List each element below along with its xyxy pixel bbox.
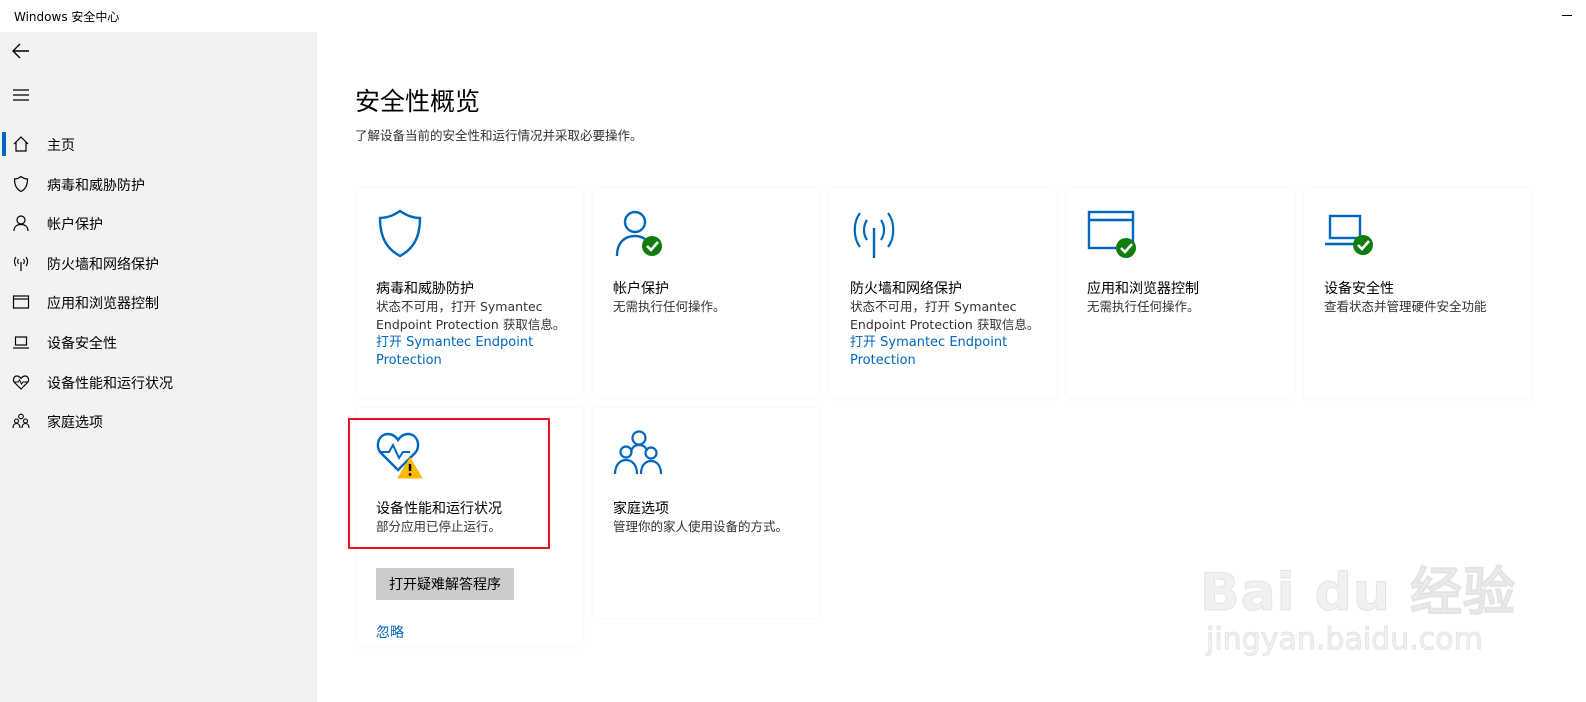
- card-virus-protection[interactable]: 病毒和威胁防护 状态不可用，打开 Symantec Endpoint Prote…: [356, 188, 583, 398]
- home-icon: [13, 136, 29, 152]
- sidebar: 主页 病毒和威胁防护 帐户保护 防火墙和网络保护 应用和浏览器控制 设备安全性 …: [0, 32, 317, 702]
- person-icon: [13, 215, 29, 232]
- active-indicator: [2, 132, 6, 156]
- card-device-security[interactable]: 设备安全性 查看状态并管理硬件安全功能: [1304, 188, 1531, 398]
- window-title: Windows 安全中心: [14, 10, 120, 24]
- card-title: 帐户保护: [613, 281, 669, 297]
- person-check-icon: [615, 210, 662, 257]
- laptop-check-icon: [1325, 214, 1373, 255]
- card-app-browser[interactable]: 应用和浏览器控制 无需执行任何操作。: [1067, 188, 1294, 398]
- watermark-sub-text: jingyan.baidu.com: [1206, 622, 1484, 658]
- card-title: 防火墙和网络保护: [850, 281, 962, 297]
- shield-icon: [13, 175, 29, 192]
- open-troubleshooter-button[interactable]: 打开疑难解答程序: [376, 568, 514, 600]
- card-title: 应用和浏览器控制: [1087, 281, 1199, 297]
- back-arrow-icon[interactable]: [10, 40, 32, 62]
- page-subtitle: 了解设备当前的安全性和运行情况并采取必要操作。: [355, 128, 643, 143]
- card-description: 状态不可用，打开 Symantec Endpoint Protection 获取…: [376, 299, 566, 332]
- shield-icon: [378, 209, 422, 258]
- card-title: 病毒和威胁防护: [376, 281, 474, 297]
- browser-window-icon: [12, 295, 30, 309]
- sidebar-item-account-protection[interactable]: 帐户保护: [0, 203, 317, 243]
- page-title: 安全性概览: [355, 87, 481, 116]
- antenna-icon: [13, 256, 29, 271]
- antenna-icon: [853, 212, 895, 258]
- card-description: 状态不可用，打开 Symantec Endpoint Protection 获取…: [850, 299, 1040, 332]
- sidebar-item-label: 帐户保护: [47, 217, 103, 234]
- sidebar-item-label: 家庭选项: [47, 415, 103, 432]
- card-description: 查看状态并管理硬件安全功能: [1324, 299, 1487, 314]
- open-symantec-link[interactable]: 打开 Symantec Endpoint Protection: [376, 334, 576, 370]
- sidebar-item-firewall[interactable]: 防火墙和网络保护: [0, 243, 317, 283]
- sidebar-item-family[interactable]: 家庭选项: [0, 401, 317, 441]
- card-title: 家庭选项: [613, 501, 669, 517]
- baidu-watermark: Bai du 经验 jingyan.baidu.com: [1200, 520, 1560, 700]
- sidebar-item-home[interactable]: 主页: [0, 124, 317, 164]
- watermark-main-text: Bai du 经验: [1200, 563, 1516, 624]
- dismiss-link[interactable]: 忽略: [376, 622, 404, 642]
- sidebar-item-app-browser[interactable]: 应用和浏览器控制: [0, 282, 317, 322]
- family-icon: [613, 430, 663, 475]
- sidebar-item-label: 设备安全性: [47, 335, 117, 352]
- sidebar-item-label: 设备性能和运行状况: [47, 375, 173, 392]
- laptop-icon: [13, 336, 29, 349]
- sidebar-item-device-health[interactable]: 设备性能和运行状况: [0, 362, 317, 402]
- open-symantec-link[interactable]: 打开 Symantec Endpoint Protection: [850, 334, 1050, 370]
- sidebar-nav: 主页 病毒和威胁防护 帐户保护 防火墙和网络保护 应用和浏览器控制 设备安全性 …: [0, 124, 317, 441]
- sidebar-item-label: 主页: [47, 138, 75, 154]
- card-description: 管理你的家人使用设备的方式。: [613, 519, 789, 534]
- title-bar: Windows 安全中心: [0, 0, 1586, 32]
- minimize-icon[interactable]: [1562, 15, 1572, 16]
- browser-check-icon: [1087, 210, 1136, 258]
- card-description: 无需执行任何操作。: [1087, 299, 1200, 314]
- sidebar-item-label: 病毒和威胁防护: [47, 177, 145, 194]
- card-account-protection[interactable]: 帐户保护 无需执行任何操作。: [593, 188, 820, 398]
- card-description: 无需执行任何操作。: [613, 299, 726, 314]
- sidebar-item-label: 防火墙和网络保护: [47, 256, 159, 273]
- family-icon: [12, 413, 30, 429]
- highlight-annotation-box: [348, 418, 550, 549]
- card-title: 设备安全性: [1324, 281, 1394, 297]
- heart-icon: [12, 374, 30, 390]
- card-firewall[interactable]: 防火墙和网络保护 状态不可用，打开 Symantec Endpoint Prot…: [830, 188, 1057, 398]
- sidebar-item-label: 应用和浏览器控制: [47, 296, 159, 313]
- sidebar-item-virus-protection[interactable]: 病毒和威胁防护: [0, 164, 317, 204]
- sidebar-item-device-security[interactable]: 设备安全性: [0, 322, 317, 362]
- menu-icon[interactable]: [10, 84, 32, 106]
- card-family-options[interactable]: 家庭选项 管理你的家人使用设备的方式。: [593, 408, 820, 618]
